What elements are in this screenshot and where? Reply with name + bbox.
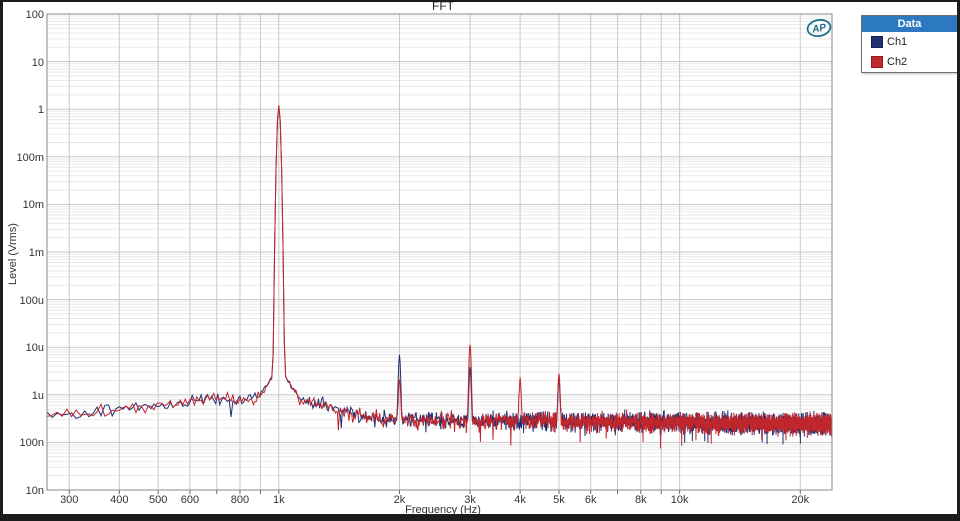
y-tick-label: 100m xyxy=(3,152,44,164)
y-tick-label: 10u xyxy=(3,342,44,354)
x-tick-label: 600 xyxy=(165,494,215,506)
y-tick-label: 100 xyxy=(3,9,44,21)
legend-label-ch2: Ch2 xyxy=(887,56,907,68)
y-axis-title: Level (Vrms) xyxy=(7,204,19,304)
x-axis-title: Frequency (Hz) xyxy=(343,504,543,516)
fft-panel: FFT 100101100m10m1m100u10u1u100n10n 3004… xyxy=(0,0,960,521)
legend-header: Data xyxy=(862,16,957,32)
y-tick-label: 10n xyxy=(3,485,44,497)
y-tick-label: 1 xyxy=(3,104,44,116)
legend-label-ch1: Ch1 xyxy=(887,36,907,48)
x-tick-label: 6k xyxy=(566,494,616,506)
x-tick-label: 1k xyxy=(254,494,304,506)
fft-plot-area[interactable] xyxy=(3,2,957,514)
y-tick-label: 1u xyxy=(3,390,44,402)
legend-item-ch2[interactable]: Ch2 xyxy=(862,52,957,72)
legend-item-ch1[interactable]: Ch1 xyxy=(862,32,957,52)
y-tick-label: 100n xyxy=(3,437,44,449)
ch2-color-swatch-icon xyxy=(871,56,883,68)
y-tick-label: 10 xyxy=(3,57,44,69)
ap-logo-icon: AP xyxy=(805,17,833,39)
x-tick-label: 20k xyxy=(775,494,825,506)
x-tick-label: 300 xyxy=(44,494,94,506)
x-tick-label: 10k xyxy=(655,494,705,506)
legend-box: Data Ch1 Ch2 xyxy=(861,15,958,73)
ch1-color-swatch-icon xyxy=(871,36,883,48)
